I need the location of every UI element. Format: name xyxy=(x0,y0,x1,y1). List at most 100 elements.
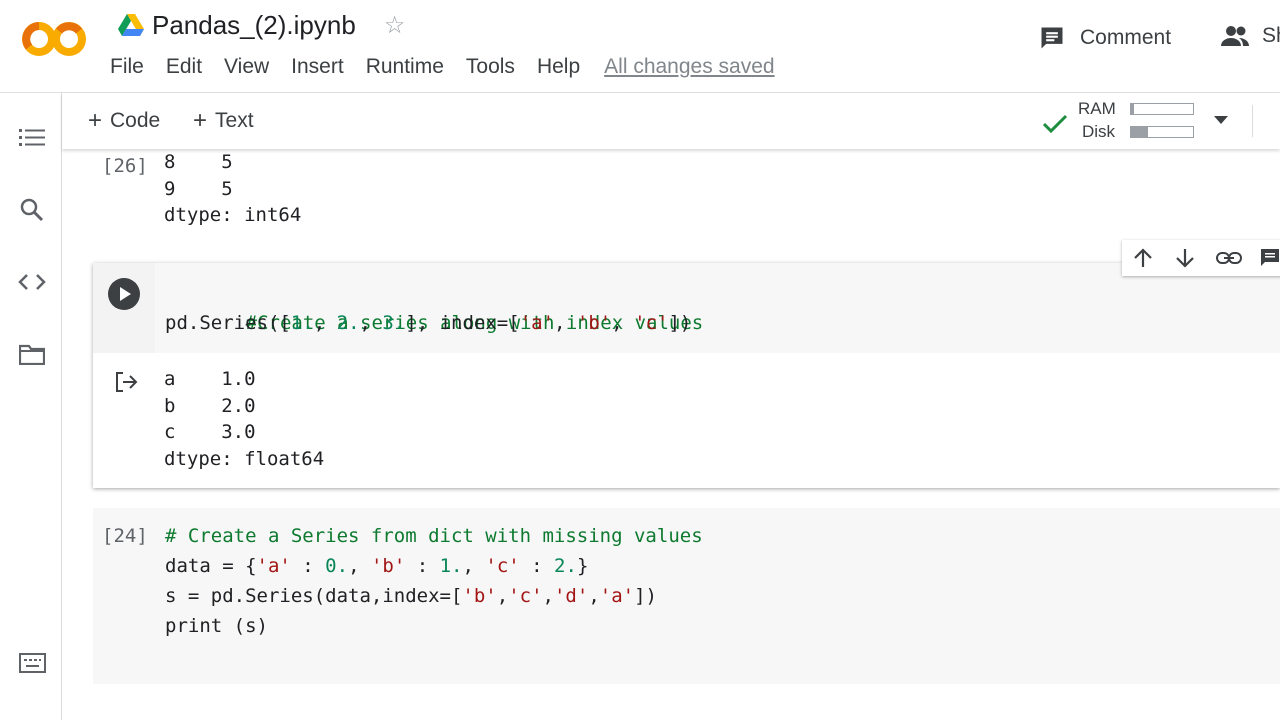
code-token: , xyxy=(496,585,509,607)
code-token: print (s) xyxy=(165,615,268,637)
code-token: , xyxy=(462,555,486,577)
toolbar-divider xyxy=(1252,105,1253,137)
code-token: 2. xyxy=(554,555,577,577)
menu-runtime[interactable]: Runtime xyxy=(366,55,444,79)
exec-count: [24] xyxy=(102,525,148,547)
add-code-button[interactable]: + Code xyxy=(88,107,160,135)
code-token: 'c' xyxy=(634,312,669,334)
run-icon[interactable] xyxy=(108,278,140,310)
ram-usage-fill xyxy=(1131,104,1135,114)
code-token: 'a' xyxy=(599,585,635,607)
colab-logo[interactable] xyxy=(22,18,88,60)
code-token: 'b' xyxy=(370,555,406,577)
code-cell-active[interactable]: #Create a series along with index values… xyxy=(93,263,1280,488)
code-comment: # Create a Series from dict with missing… xyxy=(165,525,703,547)
cell-gutter xyxy=(93,263,155,353)
code-token: , xyxy=(588,585,600,607)
arrow-up-icon[interactable] xyxy=(1132,247,1154,269)
code-token: , xyxy=(542,585,554,607)
code-line: pd.Series([1., 2., 3.], index=['a', 'b',… xyxy=(165,308,691,338)
disk-label: Disk xyxy=(1082,122,1116,141)
add-code-label: Code xyxy=(110,109,161,132)
code-token: 'c' xyxy=(508,585,543,607)
comment-icon xyxy=(1041,27,1063,49)
code-cell[interactable]: [24] # Create a Series from dict with mi… xyxy=(93,508,1280,684)
code-token: , xyxy=(554,312,577,334)
comment-label: Comment xyxy=(1080,26,1172,49)
left-sidebar xyxy=(0,93,62,720)
toc-icon[interactable] xyxy=(19,127,45,149)
code-token: ]) xyxy=(668,312,692,334)
output-line: b 2.0 xyxy=(164,394,256,417)
code-token: ], index=[ xyxy=(405,312,520,334)
ram-label: RAM xyxy=(1078,99,1116,118)
add-text-label: Text xyxy=(215,109,254,132)
plus-icon: + xyxy=(193,107,208,134)
code-token: 'c' xyxy=(485,555,520,577)
disk-usage-bar xyxy=(1130,126,1194,138)
code-token: 'a' xyxy=(519,312,555,334)
arrow-down-icon[interactable] xyxy=(1174,247,1196,269)
people-icon xyxy=(1221,26,1249,46)
drive-icon[interactable] xyxy=(118,13,144,37)
code-token: 'b' xyxy=(576,312,612,334)
output-line: dtype: float64 xyxy=(164,447,325,470)
cell-toolbar xyxy=(1122,240,1280,276)
code-token: 'a' xyxy=(256,555,291,577)
ram-usage-bar xyxy=(1130,103,1194,115)
menu-file[interactable]: File xyxy=(110,55,144,79)
code-token: , xyxy=(359,312,383,334)
output-line: c 3.0 xyxy=(164,421,256,443)
code-token: 1. xyxy=(290,312,314,334)
add-text-button[interactable]: + Text xyxy=(193,107,254,135)
code-token: pd.Series([ xyxy=(165,312,291,334)
link-icon[interactable] xyxy=(1216,251,1242,265)
code-token: 3. xyxy=(382,312,406,334)
code-snippets-icon[interactable] xyxy=(18,272,46,292)
output-line: 9 5 xyxy=(164,177,233,200)
code-token: : xyxy=(405,555,440,577)
code-line: s = pd.Series(data,index=['b','c','d','a… xyxy=(165,581,703,611)
code-editor[interactable]: #Create a series along with index values… xyxy=(155,263,1280,353)
cell-output: a 1.0 b 2.0 c 3.0 dtype: float64 xyxy=(164,366,324,472)
output-icon[interactable] xyxy=(115,371,139,393)
code-token: , xyxy=(313,312,337,334)
exec-count: [26] xyxy=(102,155,148,177)
menu-edit[interactable]: Edit xyxy=(166,55,202,79)
menu-insert[interactable]: Insert xyxy=(291,55,344,79)
menu-tools[interactable]: Tools xyxy=(466,55,515,79)
code-token: 'b' xyxy=(462,585,497,607)
terminal-icon[interactable] xyxy=(19,653,46,673)
output-line: 8 5 xyxy=(164,151,233,173)
comment-cell-icon[interactable] xyxy=(1260,248,1280,268)
output-line: a 1.0 xyxy=(164,368,256,390)
code-token: 'd' xyxy=(553,585,589,607)
plus-icon: + xyxy=(88,107,103,134)
share-button[interactable]: Sh xyxy=(1220,24,1280,48)
menu-view[interactable]: View xyxy=(224,55,269,79)
check-icon xyxy=(1042,114,1068,134)
save-status-link[interactable]: All changes saved xyxy=(604,55,774,79)
notebook-toolbar: + Code + Text RAM Disk xyxy=(62,93,1280,149)
star-icon[interactable]: ☆ xyxy=(384,11,406,40)
code-token: 2. xyxy=(336,312,360,334)
code-line: print (s) xyxy=(165,611,703,641)
code-token: 0. xyxy=(325,555,349,577)
code-token: : xyxy=(290,555,326,577)
chevron-down-icon[interactable] xyxy=(1214,116,1228,126)
code-token: ]) xyxy=(634,585,657,607)
code-line: # Create a Series from dict with missing… xyxy=(165,521,703,551)
disk-usage-fill xyxy=(1131,127,1149,137)
menu-help[interactable]: Help xyxy=(537,55,580,79)
app-header: Pandas_(2).ipynb ☆ File Edit View Insert… xyxy=(0,0,1280,93)
folder-icon[interactable] xyxy=(19,343,45,365)
code-token: 1. xyxy=(439,555,463,577)
search-icon[interactable] xyxy=(20,198,44,222)
code-token: : xyxy=(519,555,555,577)
menu-bar: File Edit View Insert Runtime Tools Help… xyxy=(110,55,797,79)
code-token: , xyxy=(611,312,635,334)
notebook-title[interactable]: Pandas_(2).ipynb xyxy=(152,10,356,41)
share-label: Sh xyxy=(1262,24,1280,47)
code-editor[interactable]: # Create a Series from dict with missing… xyxy=(165,521,703,641)
comment-button[interactable]: Comment xyxy=(1038,24,1171,52)
